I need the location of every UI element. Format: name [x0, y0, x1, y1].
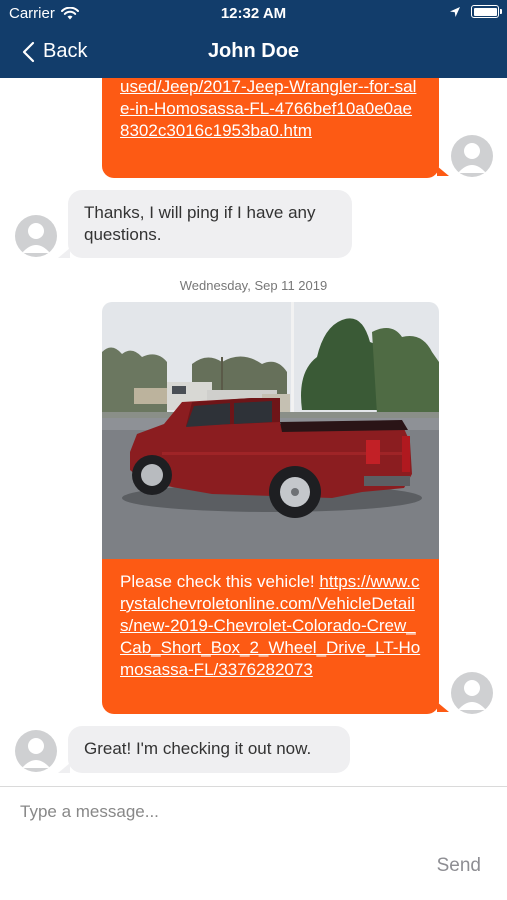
incoming-message-bubble: Great! I'm checking it out now. [68, 726, 350, 773]
nav-bar: Back John Doe [0, 28, 507, 78]
send-button[interactable]: Send [437, 855, 481, 877]
status-bar: Carrier 12:32 AM [0, 0, 507, 28]
date-separator: Wednesday, Sep 11 2019 [179, 278, 328, 293]
message-text: Thanks, I will ping if I have any questi… [84, 203, 316, 244]
message-link[interactable]: used/Jeep/2017-Jeep-Wrangler--for-sale-i… [120, 78, 421, 142]
status-right [449, 5, 502, 18]
message-text: Great! I'm checking it out now. [84, 739, 312, 758]
avatar-placeholder-icon [15, 215, 57, 257]
avatar-placeholder-icon [15, 730, 57, 772]
battery-icon [471, 5, 502, 18]
location-arrow-icon [450, 6, 460, 17]
avatar-placeholder-icon [451, 135, 493, 177]
avatar-placeholder-icon [451, 672, 493, 714]
message-text: Please check this vehicle! [120, 572, 320, 591]
clock: 12:32 AM [220, 5, 287, 22]
bubble-tail [437, 702, 449, 712]
message-composer: Send [0, 786, 507, 900]
vehicle-photo[interactable] [102, 302, 439, 559]
bubble-tail [437, 166, 449, 176]
message-input[interactable] [20, 799, 480, 825]
incoming-message-bubble: Thanks, I will ping if I have any questi… [68, 190, 352, 258]
outgoing-message-bubble: used/Jeep/2017-Jeep-Wrangler--for-sale-i… [102, 78, 439, 178]
top-bar: Carrier 12:32 AM Back John Doe [0, 0, 507, 78]
outgoing-message-bubble: Please check this vehicle! https://www.c… [102, 559, 439, 714]
message-thread[interactable]: used/Jeep/2017-Jeep-Wrangler--for-sale-i… [0, 78, 507, 786]
conversation-title: John Doe [207, 40, 300, 62]
